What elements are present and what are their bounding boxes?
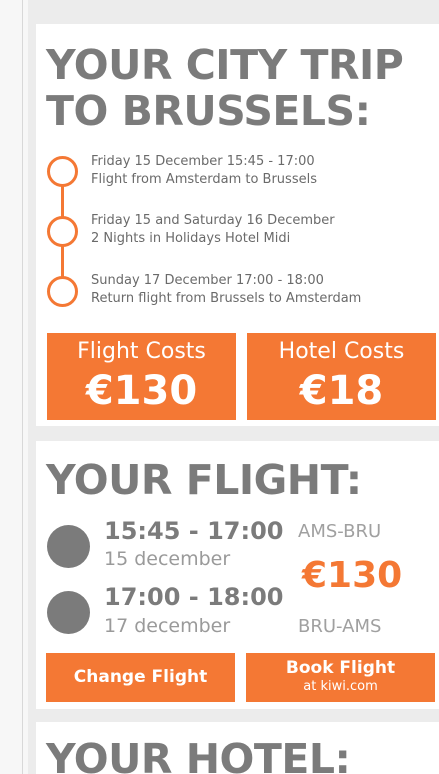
trip-title-line1: YOUR CITY TRIP	[46, 41, 404, 89]
outbound-route: AMS-BRU	[298, 521, 382, 542]
timeline-item-return: Sunday 17 December 17:00 - 18:00 Return …	[91, 272, 361, 308]
timeline-item-desc: Return flight from Brussels to Amsterdam	[91, 291, 362, 306]
hotel-card: YOUR HOTEL:	[36, 722, 439, 774]
return-time: 17:00 - 18:00	[104, 583, 284, 611]
timeline-item-date: Friday 15 and Saturday 16 December	[91, 213, 335, 228]
flight-card: YOUR FLIGHT: 15:45 - 17:00 15 december A…	[36, 441, 439, 709]
trip-summary-card: YOUR CITY TRIP TO BRUSSELS: Friday 15 De…	[36, 24, 439, 426]
hotel-costs-value: €18	[299, 368, 384, 414]
timeline-item-date: Sunday 17 December 17:00 - 18:00	[91, 273, 324, 288]
timeline-circle-icon	[47, 216, 78, 247]
book-flight-sublabel: at kiwi.com	[303, 679, 378, 694]
left-panel-divider	[22, 0, 23, 774]
left-panel-edge	[0, 0, 28, 774]
timeline-item-desc: 2 Nights in Holidays Hotel Midi	[91, 231, 291, 246]
flight-price: €130	[302, 555, 403, 596]
trip-title: YOUR CITY TRIP TO BRUSSELS:	[46, 41, 404, 135]
timeline-item-hotel: Friday 15 and Saturday 16 December 2 Nig…	[91, 212, 335, 248]
flight-costs-value: €130	[85, 368, 198, 414]
change-flight-label: Change Flight	[73, 667, 208, 687]
return-date: 17 december	[104, 615, 231, 637]
flight-costs-box: Flight Costs €130	[47, 333, 236, 420]
return-route: BRU-AMS	[298, 616, 382, 637]
timeline-circle-icon	[47, 156, 78, 187]
timeline-circle-icon	[47, 276, 78, 307]
airline-logo-icon	[47, 525, 90, 568]
book-flight-label: Book Flight	[285, 658, 396, 678]
outbound-time: 15:45 - 17:00	[104, 517, 284, 545]
outbound-date: 15 december	[104, 548, 231, 570]
trip-timeline: Friday 15 December 15:45 - 17:00 Flight …	[46, 153, 436, 316]
trip-title-line2: TO BRUSSELS:	[46, 87, 371, 135]
timeline-item-date: Friday 15 December 15:45 - 17:00	[91, 154, 315, 169]
airline-logo-icon	[47, 591, 90, 634]
hotel-title: YOUR HOTEL:	[46, 735, 351, 774]
change-flight-button[interactable]: Change Flight	[46, 653, 235, 702]
flight-title: YOUR FLIGHT:	[46, 456, 362, 504]
book-flight-button[interactable]: Book Flight at kiwi.com	[246, 653, 435, 702]
hotel-costs-label: Hotel Costs	[278, 339, 405, 364]
timeline-item-outbound: Friday 15 December 15:45 - 17:00 Flight …	[91, 153, 317, 189]
flight-costs-label: Flight Costs	[77, 339, 206, 364]
hotel-costs-box: Hotel Costs €18	[247, 333, 436, 420]
timeline-item-desc: Flight from Amsterdam to Brussels	[91, 172, 317, 187]
